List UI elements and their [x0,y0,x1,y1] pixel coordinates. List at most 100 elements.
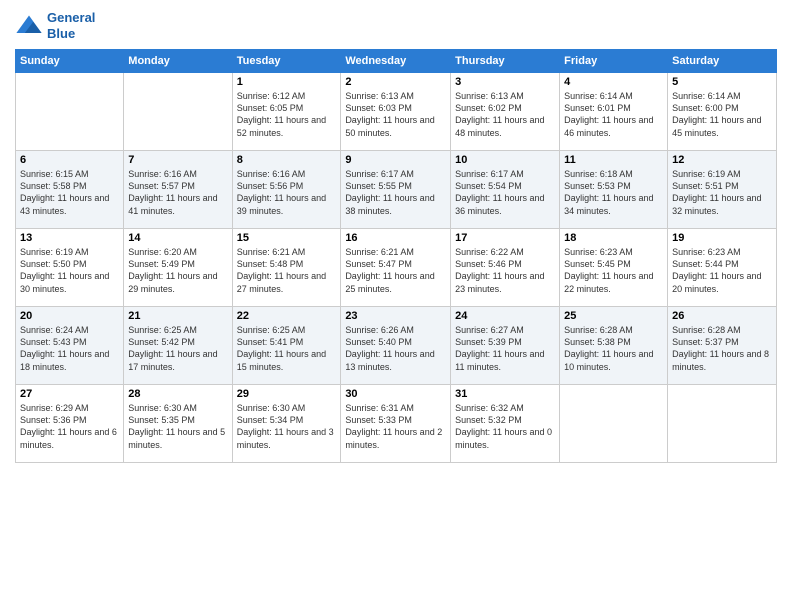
day-number: 20 [20,310,119,322]
day-number: 27 [20,388,119,400]
calendar-week-row: 20 Sunrise: 6:24 AM Sunset: 5:43 PM Dayli… [16,307,777,385]
weekday-header-saturday: Saturday [668,50,777,73]
day-number: 14 [128,232,227,244]
calendar-cell: 29Sunrise: 6:30 AM Sunset: 5:34 PM Dayli… [232,385,341,463]
calendar-cell: 28 Sunrise: 6:30 AM Sunset: 5:35 PM Dayli… [124,385,232,463]
day-info: Sunrise: 6:20 AM Sunset: 5:49 PM Dayligh… [128,246,227,295]
day-info: Sunrise: 6:17 AM Sunset: 5:54 PM Dayligh… [455,168,555,217]
weekday-header-tuesday: Tuesday [232,50,341,73]
day-number: 8 [237,154,337,166]
day-info: Sunrise: 6:25 AM Sunset: 5:42 PM Dayligh… [128,324,227,373]
day-number: 10 [455,154,555,166]
day-info: Sunrise: 6:32 AM Sunset: 5:32 PM Dayligh… [455,402,555,451]
calendar-cell: 25Sunrise: 6:28 AM Sunset: 5:38 PM Dayli… [560,307,668,385]
calendar-cell: 8 Sunrise: 6:16 AM Sunset: 5:56 PM Daylig… [232,151,341,229]
day-info: Sunrise: 6:29 AM Sunset: 5:36 PM Dayligh… [20,402,119,451]
day-info: Sunrise: 6:28 AM Sunset: 5:37 PM Dayligh… [672,324,772,373]
day-info: Sunrise: 6:23 AM Sunset: 5:44 PM Dayligh… [672,246,772,295]
calendar-cell: 18 Sunrise: 6:23 AM Sunset: 5:45 PM Dayli… [560,229,668,307]
day-number: 2 [345,76,446,88]
day-number: 21 [128,310,227,322]
calendar-cell: 10 Sunrise: 6:17 AM Sunset: 5:54 PM Dayli… [451,151,560,229]
calendar-header-row: SundayMondayTuesdayWednesdayThursdayFrid… [16,50,777,73]
calendar-cell: 12 Sunrise: 6:19 AM Sunset: 5:51 PM Dayli… [668,151,777,229]
day-number: 23 [345,310,446,322]
logo: General Blue [15,10,95,41]
calendar-cell [124,73,232,151]
calendar-cell: 13Sunrise: 6:19 AM Sunset: 5:50 PM Dayli… [16,229,124,307]
day-info: Sunrise: 6:14 AM Sunset: 6:00 PM Dayligh… [672,90,772,139]
calendar-cell: 3 Sunrise: 6:13 AM Sunset: 6:02 PM Daylig… [451,73,560,151]
calendar-cell [16,73,124,151]
calendar-cell: 31 Sunrise: 6:32 AM Sunset: 5:32 PM Dayli… [451,385,560,463]
day-info: Sunrise: 6:13 AM Sunset: 6:02 PM Dayligh… [455,90,555,139]
day-number: 3 [455,76,555,88]
day-number: 19 [672,232,772,244]
day-number: 11 [564,154,663,166]
calendar-table: SundayMondayTuesdayWednesdayThursdayFrid… [15,49,777,463]
day-number: 22 [237,310,337,322]
day-info: Sunrise: 6:22 AM Sunset: 5:46 PM Dayligh… [455,246,555,295]
calendar-cell: 5 Sunrise: 6:14 AM Sunset: 6:00 PM Daylig… [668,73,777,151]
calendar-cell: 1Sunrise: 6:12 AM Sunset: 6:05 PM Daylig… [232,73,341,151]
day-info: Sunrise: 6:16 AM Sunset: 5:56 PM Dayligh… [237,168,337,217]
day-number: 9 [345,154,446,166]
day-info: Sunrise: 6:18 AM Sunset: 5:53 PM Dayligh… [564,168,663,217]
calendar-cell: 24 Sunrise: 6:27 AM Sunset: 5:39 PM Dayli… [451,307,560,385]
calendar-week-row: 13Sunrise: 6:19 AM Sunset: 5:50 PM Dayli… [16,229,777,307]
weekday-header-monday: Monday [124,50,232,73]
day-number: 6 [20,154,119,166]
day-number: 24 [455,310,555,322]
day-info: Sunrise: 6:24 AM Sunset: 5:43 PM Dayligh… [20,324,119,373]
calendar-cell: 2 Sunrise: 6:13 AM Sunset: 6:03 PM Daylig… [341,73,451,151]
calendar-cell: 9 Sunrise: 6:17 AM Sunset: 5:55 PM Daylig… [341,151,451,229]
calendar-cell [668,385,777,463]
weekday-header-sunday: Sunday [16,50,124,73]
day-info: Sunrise: 6:25 AM Sunset: 5:41 PM Dayligh… [237,324,337,373]
day-info: Sunrise: 6:31 AM Sunset: 5:33 PM Dayligh… [345,402,446,451]
day-info: Sunrise: 6:21 AM Sunset: 5:48 PM Dayligh… [237,246,337,295]
day-info: Sunrise: 6:13 AM Sunset: 6:03 PM Dayligh… [345,90,446,139]
logo-icon [15,12,43,40]
calendar-cell: 17 Sunrise: 6:22 AM Sunset: 5:46 PM Dayli… [451,229,560,307]
calendar-cell: 27 Sunrise: 6:29 AM Sunset: 5:36 PM Dayli… [16,385,124,463]
day-number: 15 [237,232,337,244]
day-number: 5 [672,76,772,88]
day-number: 18 [564,232,663,244]
calendar-cell: 11 Sunrise: 6:18 AM Sunset: 5:53 PM Dayli… [560,151,668,229]
calendar-cell: 7Sunrise: 6:16 AM Sunset: 5:57 PM Daylig… [124,151,232,229]
day-info: Sunrise: 6:19 AM Sunset: 5:50 PM Dayligh… [20,246,119,295]
day-info: Sunrise: 6:23 AM Sunset: 5:45 PM Dayligh… [564,246,663,295]
calendar-cell: 6Sunrise: 6:15 AM Sunset: 5:58 PM Daylig… [16,151,124,229]
weekday-header-thursday: Thursday [451,50,560,73]
calendar-week-row: 27 Sunrise: 6:29 AM Sunset: 5:36 PM Dayli… [16,385,777,463]
calendar-cell: 16Sunrise: 6:21 AM Sunset: 5:47 PM Dayli… [341,229,451,307]
day-number: 31 [455,388,555,400]
page-header: General Blue [15,10,777,41]
day-number: 17 [455,232,555,244]
calendar-week-row: 1Sunrise: 6:12 AM Sunset: 6:05 PM Daylig… [16,73,777,151]
day-number: 12 [672,154,772,166]
weekday-header-friday: Friday [560,50,668,73]
day-number: 28 [128,388,227,400]
day-info: Sunrise: 6:27 AM Sunset: 5:39 PM Dayligh… [455,324,555,373]
day-info: Sunrise: 6:30 AM Sunset: 5:34 PM Dayligh… [237,402,337,451]
calendar-cell: 19 Sunrise: 6:23 AM Sunset: 5:44 PM Dayli… [668,229,777,307]
day-info: Sunrise: 6:26 AM Sunset: 5:40 PM Dayligh… [345,324,446,373]
calendar-cell: 22 Sunrise: 6:25 AM Sunset: 5:41 PM Dayli… [232,307,341,385]
day-info: Sunrise: 6:17 AM Sunset: 5:55 PM Dayligh… [345,168,446,217]
calendar-cell: 14 Sunrise: 6:20 AM Sunset: 5:49 PM Dayli… [124,229,232,307]
calendar-cell: 23 Sunrise: 6:26 AM Sunset: 5:40 PM Dayli… [341,307,451,385]
calendar-week-row: 6Sunrise: 6:15 AM Sunset: 5:58 PM Daylig… [16,151,777,229]
logo-text: General Blue [47,10,95,41]
calendar-cell: 30 Sunrise: 6:31 AM Sunset: 5:33 PM Dayli… [341,385,451,463]
day-info: Sunrise: 6:12 AM Sunset: 6:05 PM Dayligh… [237,90,337,139]
day-info: Sunrise: 6:14 AM Sunset: 6:01 PM Dayligh… [564,90,663,139]
calendar-cell: 21 Sunrise: 6:25 AM Sunset: 5:42 PM Dayli… [124,307,232,385]
calendar-cell: 20 Sunrise: 6:24 AM Sunset: 5:43 PM Dayli… [16,307,124,385]
day-number: 7 [128,154,227,166]
day-info: Sunrise: 6:30 AM Sunset: 5:35 PM Dayligh… [128,402,227,451]
day-info: Sunrise: 6:19 AM Sunset: 5:51 PM Dayligh… [672,168,772,217]
day-number: 30 [345,388,446,400]
calendar-cell: 15 Sunrise: 6:21 AM Sunset: 5:48 PM Dayli… [232,229,341,307]
